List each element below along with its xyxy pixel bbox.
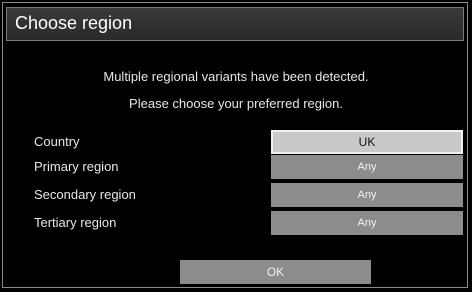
secondary-region-label: Secondary region — [34, 187, 136, 202]
country-label: Country — [34, 134, 80, 149]
secondary-region-selector[interactable]: Any — [271, 183, 463, 207]
country-selector[interactable]: UK — [271, 130, 463, 154]
message-line-2: Please choose your preferred region. — [129, 96, 343, 111]
title-bar: Choose region — [6, 7, 464, 41]
choose-region-dialog: Choose region Multiple regional variants… — [2, 2, 468, 288]
tertiary-region-label: Tertiary region — [34, 215, 117, 230]
ok-button[interactable]: OK — [180, 260, 371, 284]
primary-region-selector[interactable]: Any — [271, 155, 463, 179]
dialog-title: Choose region — [15, 13, 133, 33]
tertiary-region-selector[interactable]: Any — [271, 211, 463, 235]
primary-region-label: Primary region — [34, 159, 119, 174]
message-line-1: Multiple regional variants have been det… — [103, 69, 369, 84]
